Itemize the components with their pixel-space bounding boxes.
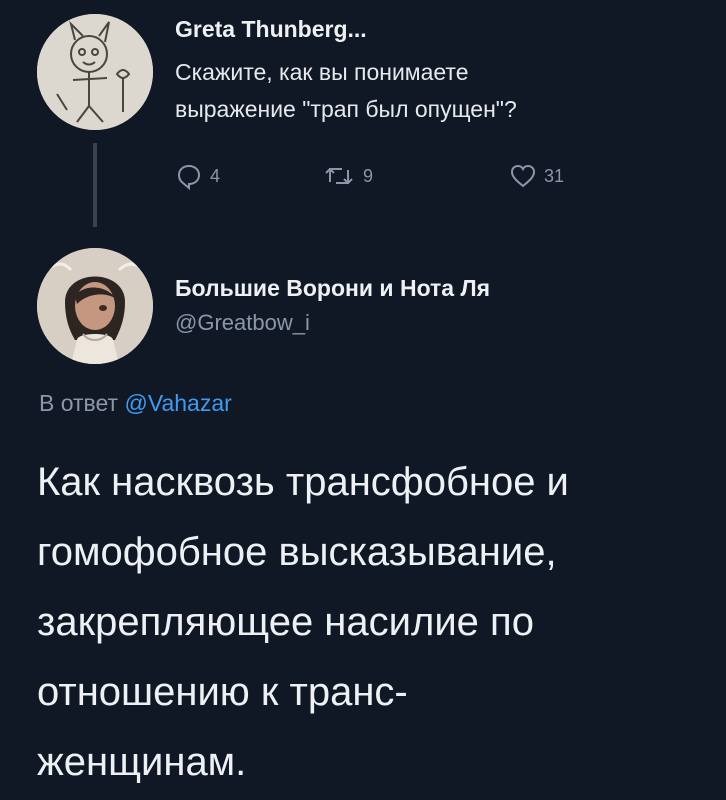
anime-girl-avatar-image (37, 248, 153, 364)
tweet-text-line: Скажите, как вы понимаете (175, 59, 469, 85)
retweet-button[interactable]: 9 (322, 160, 373, 192)
tweet-text-line: выражение "трап был опущен"? (175, 96, 517, 122)
author-name[interactable]: Большие Ворони и Нота Ля (175, 275, 490, 302)
retweet-count: 9 (363, 165, 374, 186)
reply-icon (175, 162, 203, 190)
child-drawing-avatar-image (37, 14, 153, 130)
reply-to-line: В ответ @Vahazar (39, 390, 232, 417)
tweet-text-line: женщинам. (37, 740, 247, 784)
avatar-greta[interactable] (37, 14, 153, 130)
reply-button[interactable]: 4 (175, 160, 220, 192)
heart-icon (509, 162, 537, 190)
tweet-text: Как насквозь трансфобное и гомофобное вы… (37, 447, 717, 797)
retweet-icon (322, 162, 356, 190)
author-name[interactable]: Greta Thunberg... (175, 16, 367, 43)
tweet-text-line: закрепляющее насилие по (37, 600, 534, 644)
author-handle[interactable]: @Greatbow_i (175, 310, 310, 336)
reply-to-mention-link[interactable]: @Vahazar (124, 390, 231, 416)
like-button[interactable]: 31 (509, 160, 564, 192)
tweet-thread: Greta Thunberg... Скажите, как вы понима… (0, 0, 726, 800)
like-count: 31 (544, 165, 565, 186)
reply-to-prefix: В ответ (39, 390, 119, 416)
tweet-text-line: гомофобное высказывание, (37, 530, 557, 574)
tweet-text-line: отношению к транс- (37, 670, 408, 714)
thread-connector-line (93, 143, 97, 227)
reply-count: 4 (210, 165, 221, 186)
tweet-text: Скажите, как вы понимаете выражение "тра… (175, 54, 695, 128)
tweet-text-line: Как насквозь трансфобное и (37, 460, 569, 504)
avatar-greatbow[interactable] (37, 248, 153, 364)
